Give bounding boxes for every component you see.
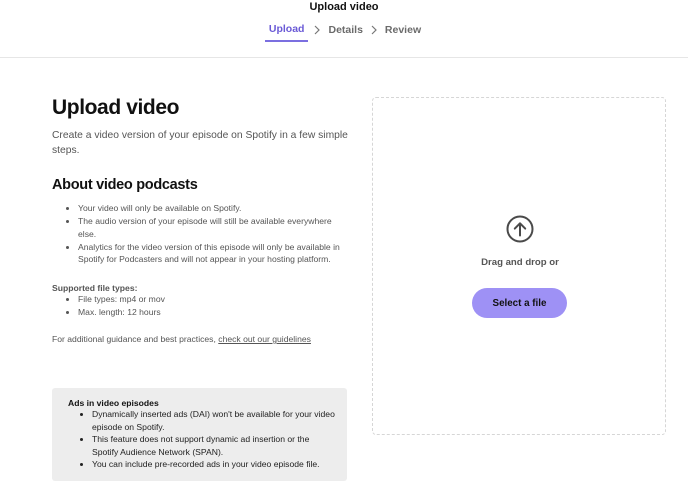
info-panel: Upload video Create a video version of y… [52,96,352,344]
list-item: This feature does not support dynamic ad… [92,433,337,458]
window-title: Upload video [309,1,379,13]
upload-arrow-icon [506,215,534,243]
intro-text: Create a video version of your episode o… [52,130,348,156]
about-list: Your video will only be available on Spo… [52,202,352,266]
chevron-right-icon [371,25,377,38]
list-item: Your video will only be available on Spo… [78,202,352,215]
list-item: The audio version of your episode will s… [78,215,352,240]
list-item: Analytics for the video version of this … [78,241,352,266]
drag-drop-text: Drag and drop or [481,257,559,268]
list-item: Max. length: 12 hours [78,306,352,319]
page-title: Upload video [52,96,180,119]
ads-list: Dynamically inserted ads (DAI) won't be … [68,408,337,471]
file-types-title: Supported file types: [52,282,138,293]
select-file-button[interactable]: Select a file [472,288,567,318]
file-dropzone[interactable]: Drag and drop or Select a file [372,97,666,435]
chevron-right-icon [314,25,321,38]
step-review[interactable]: Review [383,22,423,41]
ads-notice: Ads in video episodes Dynamically insert… [52,388,347,481]
stepper: Upload Details Review [0,21,688,42]
about-heading: About video podcasts [52,177,198,193]
step-details[interactable]: Details [326,22,364,41]
guidance-label: For additional guidance and best practic… [52,334,216,345]
file-types-list: File types: mp4 or mov Max. length: 12 h… [52,293,352,318]
guidance-text: For additional guidance and best practic… [52,334,352,344]
top-bar: Upload video Upload Details Review [0,0,688,58]
list-item: You can include pre-recorded ads in your… [92,458,337,471]
guidelines-link[interactable]: check out our guidelines [218,334,311,344]
list-item: File types: mp4 or mov [78,293,352,306]
ads-notice-title: Ads in video episodes [68,398,159,408]
list-item: Dynamically inserted ads (DAI) won't be … [92,408,337,433]
step-upload[interactable]: Upload [264,21,309,42]
